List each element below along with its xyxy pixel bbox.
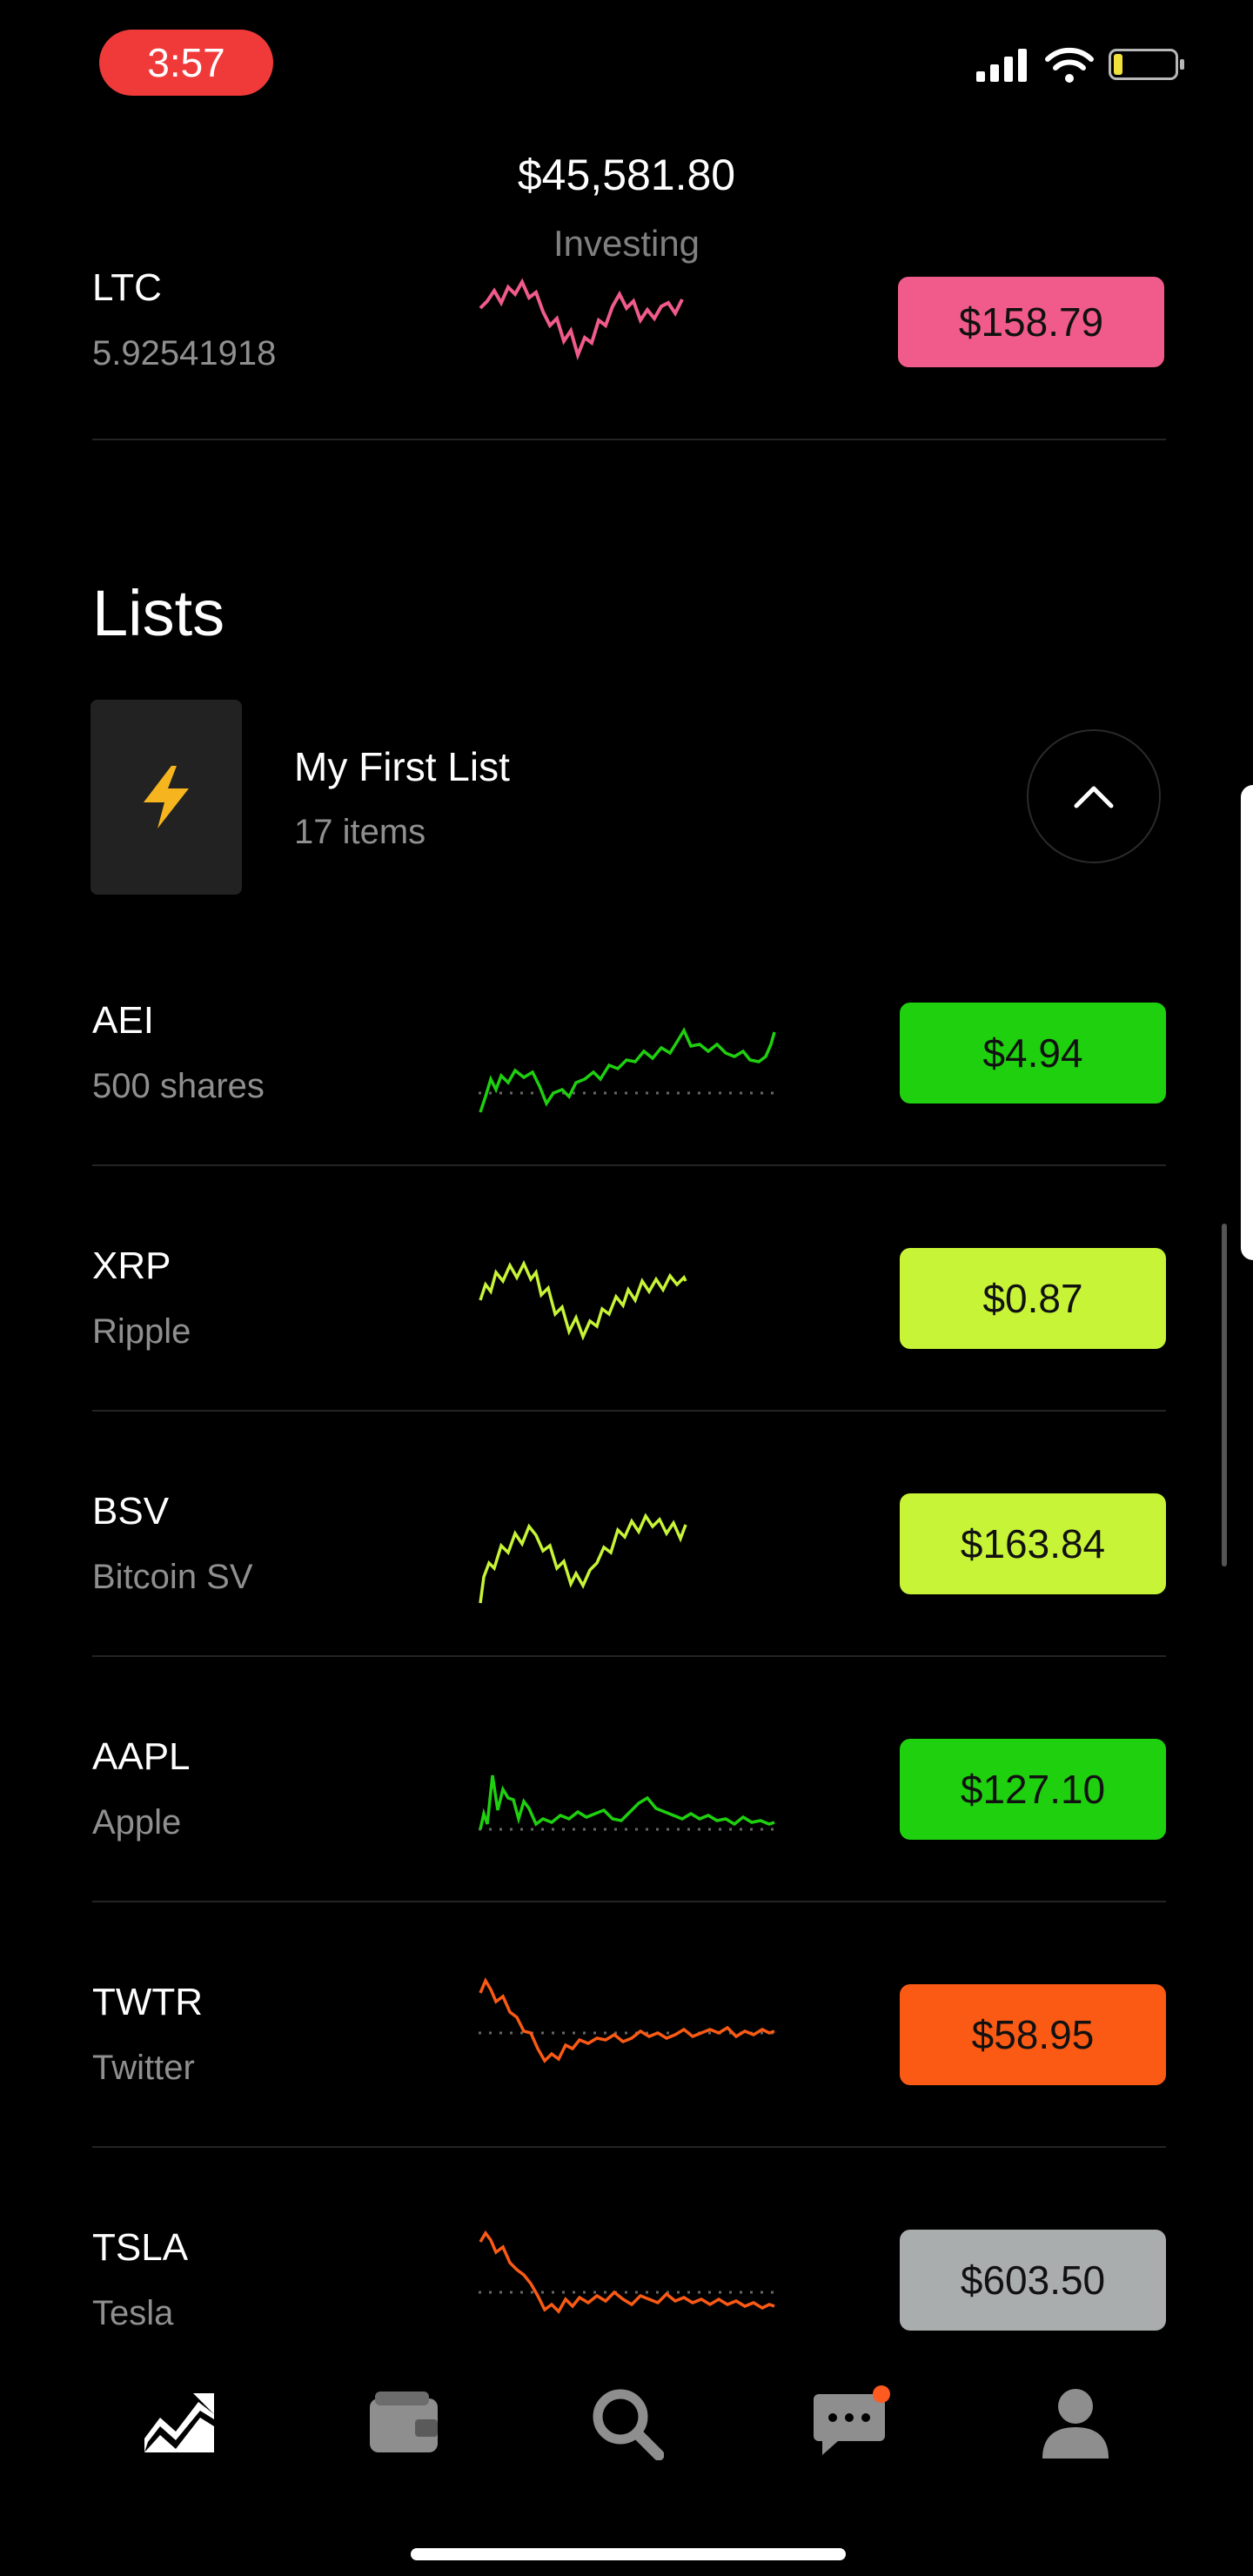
item-symbol: AEI xyxy=(92,999,154,1042)
status-time: 3:57 xyxy=(99,30,273,96)
list-item-aei[interactable]: AEI 500 shares $4.94 xyxy=(92,938,1166,1184)
item-price-button[interactable]: $163.84 xyxy=(900,1493,1166,1594)
aapl-sparkline xyxy=(479,1774,776,1831)
nav-messages[interactable] xyxy=(809,2381,893,2465)
divider xyxy=(92,439,1166,440)
signal-icon xyxy=(976,49,1027,82)
battery-icon xyxy=(1109,49,1184,80)
aei-sparkline xyxy=(479,1027,776,1113)
list-icon-tile[interactable] xyxy=(90,700,242,895)
item-price-button[interactable]: $0.87 xyxy=(900,1248,1166,1349)
side-panel-handle[interactable] xyxy=(1241,785,1253,1260)
chevron-up-icon xyxy=(1074,786,1114,808)
search-icon xyxy=(593,2389,664,2460)
profile-icon xyxy=(1042,2389,1109,2459)
divider xyxy=(92,1410,1166,1412)
list-item-bsv[interactable]: BSV Bitcoin SV $163.84 xyxy=(92,1429,1166,1674)
tsla-sparkline xyxy=(479,2230,776,2314)
portfolio-label: Investing xyxy=(553,223,700,264)
home-indicator[interactable] xyxy=(411,2548,846,2560)
list-item-xrp[interactable]: XRP Ripple $0.87 xyxy=(92,1184,1166,1429)
twtr-sparkline xyxy=(479,1977,776,2063)
divider xyxy=(92,1655,1166,1657)
item-price-button[interactable]: $4.94 xyxy=(900,1003,1166,1104)
item-price-button[interactable]: $603.50 xyxy=(900,2230,1166,2331)
wifi-icon xyxy=(1045,47,1094,83)
item-symbol: AAPL xyxy=(92,1735,191,1778)
list-item-count: 17 items xyxy=(294,813,426,851)
scrollbar-thumb[interactable] xyxy=(1222,1224,1227,1566)
bsv-sparkline xyxy=(479,1513,687,1604)
item-subtitle: Twitter xyxy=(92,2049,195,2087)
nav-profile[interactable] xyxy=(1034,2381,1117,2465)
list-item-twtr[interactable]: TWTR Twitter $58.95 xyxy=(92,1920,1166,2165)
item-subtitle: Ripple xyxy=(92,1312,191,1351)
nav-search[interactable] xyxy=(585,2381,668,2465)
item-price-button[interactable]: $127.10 xyxy=(900,1739,1166,1840)
stocks-chart-icon xyxy=(144,2393,214,2452)
ltc-symbol: LTC xyxy=(92,266,162,309)
lists-title: Lists xyxy=(92,577,225,649)
wallet-icon xyxy=(370,2392,438,2452)
nav-wallet[interactable] xyxy=(362,2381,446,2465)
list-name[interactable]: My First List xyxy=(294,743,510,790)
nav-home[interactable] xyxy=(137,2381,221,2465)
messages-icon xyxy=(814,2385,890,2455)
list-item-aapl[interactable]: AAPL Apple $127.10 xyxy=(92,1674,1166,1920)
divider xyxy=(92,1901,1166,1902)
item-subtitle: Apple xyxy=(92,1803,182,1841)
xrp-sparkline xyxy=(479,1259,687,1341)
lightning-bolt-icon xyxy=(144,766,189,828)
item-price-button[interactable]: $58.95 xyxy=(900,1984,1166,2085)
item-symbol: TSLA xyxy=(92,2226,189,2269)
item-symbol: TWTR xyxy=(92,1981,204,2023)
item-symbol: XRP xyxy=(92,1244,171,1287)
item-subtitle: Bitcoin SV xyxy=(92,1558,253,1596)
divider xyxy=(92,2146,1166,2148)
status-icons xyxy=(975,45,1184,84)
portfolio-value: $45,581.80 xyxy=(517,151,736,199)
ltc-quantity: 5.92541918 xyxy=(92,334,277,372)
ltc-sparkline xyxy=(479,278,684,361)
item-subtitle: 500 shares xyxy=(92,1067,265,1105)
divider xyxy=(92,1164,1166,1166)
item-symbol: BSV xyxy=(92,1490,170,1533)
item-subtitle: Tesla xyxy=(92,2294,174,2332)
ltc-price-button[interactable]: $158.79 xyxy=(898,277,1164,367)
collapse-list-button[interactable] xyxy=(1027,729,1161,863)
